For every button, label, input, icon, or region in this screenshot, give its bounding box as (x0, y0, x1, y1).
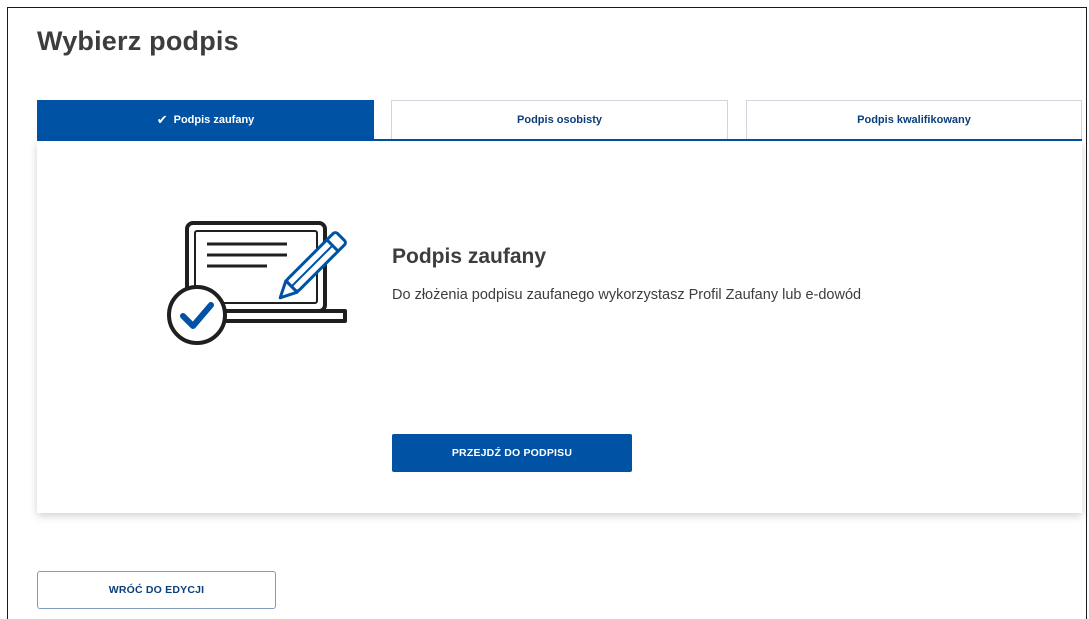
option-title: Podpis zaufany (392, 245, 547, 268)
tab-label: Podpis osobisty (517, 114, 602, 126)
signature-tabs: ✔ Podpis zaufany Podpis osobisty Podpis … (37, 100, 1082, 140)
back-to-edit-button[interactable]: WRÓĆ DO EDYCJI (37, 571, 276, 609)
check-icon: ✔ (156, 112, 168, 127)
tab-podpis-zaufany[interactable]: ✔ Podpis zaufany (37, 100, 374, 139)
tab-label: Podpis kwalifikowany (857, 114, 971, 126)
tab-podpis-osobisty[interactable]: Podpis osobisty (391, 100, 728, 139)
go-to-signature-button[interactable]: PRZEJDŹ DO PODPISU (392, 434, 632, 472)
laptop-document-pencil-check-illustration (167, 221, 347, 345)
tab-label: Podpis zaufany (173, 113, 255, 126)
signature-option-panel: Podpis zaufany Do złożenia podpisu zaufa… (37, 141, 1082, 513)
page-title: Wybierz podpis (37, 26, 239, 56)
option-description: Do złożenia podpisu zaufanego wykorzysta… (392, 287, 862, 303)
tab-podpis-kwalifikowany[interactable]: Podpis kwalifikowany (746, 100, 1082, 139)
